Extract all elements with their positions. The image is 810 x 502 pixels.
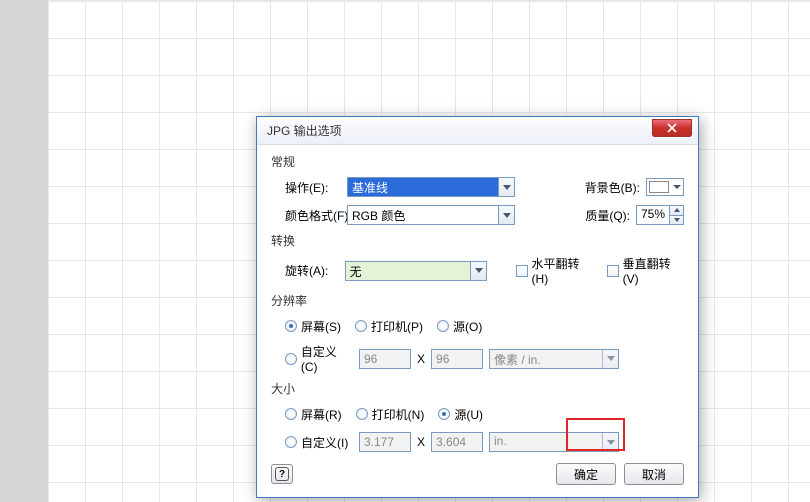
ruler-margin — [0, 0, 48, 502]
spinner-up-icon[interactable] — [670, 206, 683, 216]
bgcolor-picker[interactable] — [646, 178, 684, 196]
operation-combo[interactable]: 基准线 — [347, 177, 515, 197]
checkbox-icon — [516, 265, 528, 277]
res-x-input[interactable] — [359, 349, 411, 369]
colorformat-value: RGB 颜色 — [348, 206, 498, 224]
help-button[interactable]: ? — [271, 464, 293, 484]
bgcolor-label: 背景色(B): — [585, 179, 640, 196]
chevron-down-icon — [602, 350, 618, 368]
res-unit-value: 像素 / in. — [490, 350, 602, 368]
legend-resolution: 分辨率 — [271, 292, 684, 309]
res-printer-radio[interactable]: 打印机(P) — [355, 318, 423, 335]
legend-general: 常规 — [271, 153, 684, 170]
res-y-input[interactable] — [431, 349, 483, 369]
group-transform: 转换 旋转(A): 无 水平翻转(H) 垂直翻转(V) — [271, 232, 684, 286]
quality-spinner[interactable]: 75% — [636, 205, 684, 225]
chevron-down-icon — [470, 262, 486, 280]
group-resolution: 分辨率 屏幕(S) 打印机(P) 源(O) 自定义(C) X 像素 / in. — [271, 292, 684, 374]
spinner-down-icon[interactable] — [670, 216, 683, 225]
rotate-combo[interactable]: 无 — [345, 261, 487, 281]
hflip-label: 水平翻转(H) — [532, 255, 594, 286]
quality-value: 75% — [637, 206, 669, 224]
legend-size: 大小 — [271, 380, 684, 397]
size-y-input[interactable] — [431, 432, 483, 452]
dialog-content: 常规 操作(E): 基准线 背景色(B): 颜色格式(F): RGB 颜色 — [257, 145, 698, 497]
size-source-radio[interactable]: 源(U) — [438, 406, 483, 423]
cancel-button[interactable]: 取消 — [624, 463, 684, 485]
chevron-down-icon — [498, 206, 514, 224]
close-icon — [667, 123, 677, 133]
res-custom-radio[interactable]: 自定义(C) — [285, 343, 353, 374]
hflip-checkbox[interactable]: 水平翻转(H) — [516, 255, 594, 286]
x-separator: X — [417, 435, 425, 449]
res-screen-radio[interactable]: 屏幕(S) — [285, 318, 341, 335]
help-icon: ? — [275, 467, 289, 481]
ok-button[interactable]: 确定 — [556, 463, 616, 485]
group-general: 常规 操作(E): 基准线 背景色(B): 颜色格式(F): RGB 颜色 — [271, 153, 684, 226]
spinner-arrows[interactable] — [669, 206, 683, 224]
colorformat-label: 颜色格式(F): — [271, 207, 347, 224]
checkbox-icon — [607, 265, 619, 277]
vflip-checkbox[interactable]: 垂直翻转(V) — [607, 255, 684, 286]
ok-highlight-annotation — [566, 418, 625, 451]
jpg-output-options-dialog: JPG 输出选项 常规 操作(E): 基准线 背景色(B): — [256, 116, 699, 498]
rotate-label: 旋转(A): — [271, 262, 345, 279]
bgcolor-swatch — [649, 181, 669, 193]
chevron-down-icon — [671, 179, 683, 195]
quality-label: 质量(Q): — [585, 207, 630, 224]
close-button[interactable] — [652, 119, 692, 137]
dialog-titlebar[interactable]: JPG 输出选项 — [257, 117, 698, 145]
rotate-value: 无 — [346, 262, 470, 280]
colorformat-combo[interactable]: RGB 颜色 — [347, 205, 515, 225]
size-printer-radio[interactable]: 打印机(N) — [356, 406, 425, 423]
size-screen-radio[interactable]: 屏幕(R) — [285, 406, 342, 423]
dialog-buttons: ? 确定 取消 — [271, 463, 684, 485]
dialog-title: JPG 输出选项 — [267, 122, 342, 139]
operation-label: 操作(E): — [271, 179, 347, 196]
chevron-down-icon — [498, 178, 514, 196]
legend-transform: 转换 — [271, 232, 684, 249]
size-custom-radio[interactable]: 自定义(I) — [285, 434, 353, 451]
res-source-radio[interactable]: 源(O) — [437, 318, 482, 335]
res-unit-combo[interactable]: 像素 / in. — [489, 349, 619, 369]
vflip-label: 垂直翻转(V) — [623, 255, 684, 286]
x-separator: X — [417, 352, 425, 366]
size-x-input[interactable] — [359, 432, 411, 452]
operation-value: 基准线 — [348, 178, 498, 196]
